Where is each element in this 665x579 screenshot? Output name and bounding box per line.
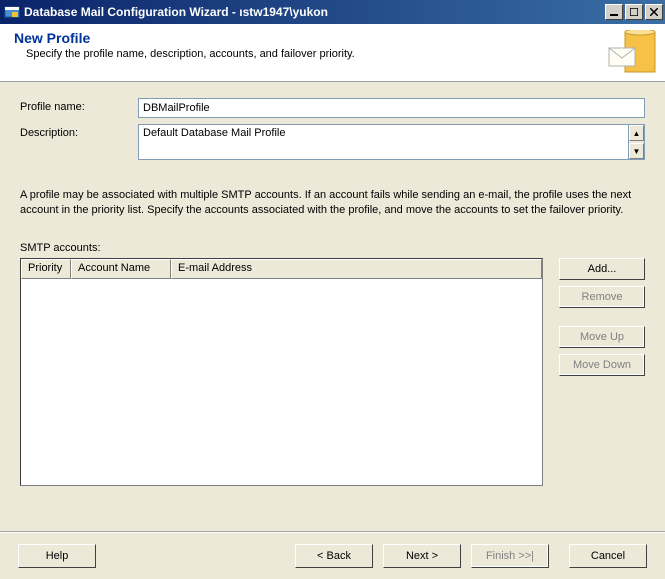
add-button[interactable]: Add... [559, 258, 645, 280]
table-header: Priority Account Name E-mail Address [21, 259, 542, 279]
column-email-address[interactable]: E-mail Address [171, 259, 542, 279]
column-account-name[interactable]: Account Name [71, 259, 171, 279]
wizard-footer: Help < Back Next > Finish >>| Cancel [0, 531, 665, 579]
move-down-button[interactable]: Move Down [559, 354, 645, 376]
remove-button[interactable]: Remove [559, 286, 645, 308]
minimize-button[interactable] [605, 4, 623, 20]
profile-name-label: Profile name: [20, 98, 138, 113]
cancel-button[interactable]: Cancel [569, 544, 647, 568]
description-input[interactable] [138, 124, 628, 160]
page-subtitle: Specify the profile name, description, a… [26, 48, 607, 60]
finish-button[interactable]: Finish >>| [471, 544, 549, 568]
column-priority[interactable]: Priority [21, 259, 71, 279]
back-button[interactable]: < Back [295, 544, 373, 568]
smtp-accounts-label: SMTP accounts: [20, 242, 645, 254]
title-bar: Database Mail Configuration Wizard - ıst… [0, 0, 665, 24]
close-button[interactable] [645, 4, 663, 20]
help-button[interactable]: Help [18, 544, 96, 568]
maximize-button[interactable] [625, 4, 643, 20]
smtp-accounts-table[interactable]: Priority Account Name E-mail Address [20, 258, 543, 486]
next-button[interactable]: Next > [383, 544, 461, 568]
description-label: Description: [20, 124, 138, 139]
wizard-header: New Profile Specify the profile name, de… [0, 24, 665, 82]
profile-name-input[interactable] [138, 98, 645, 118]
page-title: New Profile [14, 30, 607, 46]
description-scrollbar[interactable]: ▲ ▼ [628, 124, 645, 160]
info-text: A profile may be associated with multipl… [20, 188, 645, 218]
app-icon [4, 4, 20, 20]
scroll-up-icon[interactable]: ▲ [629, 125, 644, 141]
header-graphic-icon [607, 30, 659, 76]
scroll-down-icon[interactable]: ▼ [629, 143, 644, 159]
move-up-button[interactable]: Move Up [559, 326, 645, 348]
window-title: Database Mail Configuration Wizard - ıst… [24, 5, 605, 19]
wizard-content: Profile name: Description: ▲ ▼ A profile… [0, 82, 665, 496]
